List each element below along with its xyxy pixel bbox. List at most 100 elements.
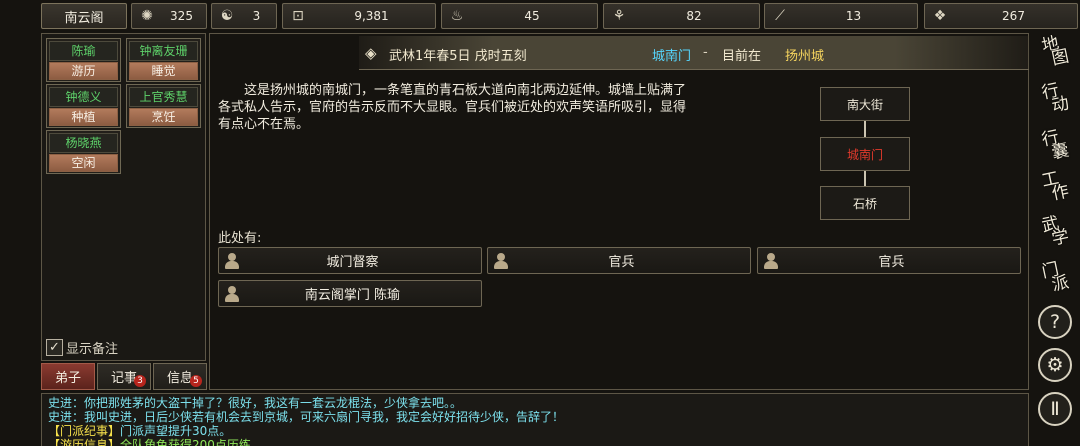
npc-name: 官兵 xyxy=(878,255,905,270)
log-prefix: 史进： xyxy=(48,410,85,424)
menu-work-button[interactable]: 工作 xyxy=(1034,167,1076,207)
wood-icon: ⟋ xyxy=(775,8,785,24)
action-text: 行动 xyxy=(1040,80,1071,117)
location-panel: ◈ 武林1年春5日 戌时五刻 城南门 - 目前在 扬州城 这是扬州城的南城门，一… xyxy=(209,33,1029,390)
menu-sect-button[interactable]: 门派 xyxy=(1034,258,1076,298)
disciple-panel xyxy=(41,33,206,361)
city-name: 扬州城 xyxy=(785,49,825,64)
log-text: 我叫史进，日后少侠若有机会去到京城，可来六扇门寻我，我定会好好招待少侠，告辞了！ xyxy=(84,410,565,424)
tab-disciples[interactable]: 弟子 xyxy=(41,363,95,390)
disciple-status: 空闲 xyxy=(49,154,118,172)
disciple-card[interactable]: 陈瑜 游历 xyxy=(46,38,121,82)
work-text: 工作 xyxy=(1040,168,1071,205)
log-text: 你把那姓茅的大盗干掉了？很好，我这有一套云龙棍法，少侠拿去吧。。 xyxy=(84,396,463,410)
disciple-card[interactable]: 杨晓燕 空闲 xyxy=(46,130,121,174)
disciple-name: 陈瑜 xyxy=(49,41,118,61)
coin-resource: ⊡ 9,381 xyxy=(282,3,436,29)
show-notes-toggle[interactable]: ✓ 显示备注 xyxy=(46,338,118,357)
npc-name: 南云阁掌门 陈瑜 xyxy=(304,288,401,303)
npc-button[interactable]: 官兵 xyxy=(487,247,751,274)
food-resource: ♨ 45 xyxy=(441,3,598,29)
game-date: 武林1年春5日 戌时五刻 xyxy=(389,49,527,64)
person-icon xyxy=(224,285,240,302)
location-description: 这是扬州城的南城门，一条笔直的青石板大道向南北两边延伸。城墙上贴满了各式私人告示… xyxy=(218,83,687,132)
tab-chronicle[interactable]: 记事 3 xyxy=(97,363,151,390)
tab-label: 记事 xyxy=(110,371,137,386)
log-line: 史进：我叫史进，日后少侠若有机会去到京城，可来六扇门寻我，我定会好好招待少侠，告… xyxy=(48,410,1028,424)
help-icon: ? xyxy=(1038,305,1072,339)
disciple-name: 钟离友珊 xyxy=(129,41,198,61)
person-icon xyxy=(493,252,509,269)
location-name: 城南门 xyxy=(652,49,692,64)
notification-badge: 5 xyxy=(190,375,202,387)
disciple-status: 睡觉 xyxy=(129,62,198,80)
yin-yang-icon: ☯ xyxy=(220,8,234,24)
log-line: 【门派纪事】门派声望提升30点。 xyxy=(48,424,1028,438)
checkbox-icon[interactable]: ✓ xyxy=(46,339,63,356)
log-prefix: 【门派纪事】 xyxy=(48,424,121,438)
disciple-status: 种植 xyxy=(49,108,118,126)
log-text: 门派声望提升30点。 xyxy=(120,424,232,438)
disciple-card[interactable]: 钟离友珊 睡觉 xyxy=(126,38,201,82)
npc-name: 城门督察 xyxy=(326,255,379,270)
fame-icon: ✺ xyxy=(141,8,153,24)
menu-bag-button[interactable]: 行囊 xyxy=(1034,126,1076,166)
npc-button[interactable]: 城门督察 xyxy=(218,247,482,274)
tab-label: 信息 xyxy=(166,371,193,386)
notification-badge: 3 xyxy=(134,375,146,387)
map-node-north[interactable]: 南大街 xyxy=(820,87,910,121)
herb-icon: ⚘ xyxy=(612,8,626,24)
log-line: 【游历信息】全队角色获得200点历练 xyxy=(48,438,1028,446)
message-log[interactable]: 史进：你把那姓茅的大盗干掉了？很好，我这有一套云龙棍法，少侠拿去吧。。 史进：我… xyxy=(41,393,1029,446)
log-prefix: 【游历信息】 xyxy=(48,438,121,446)
yin-yang-value: 3 xyxy=(252,9,261,23)
disciple-name: 钟德义 xyxy=(49,87,118,107)
map-node-current: 城南门 xyxy=(820,137,910,171)
yin-yang-resource: ☯ 3 xyxy=(211,3,277,29)
ore-resource: ❖ 267 xyxy=(924,3,1078,29)
settings-icon: ⚙ xyxy=(1038,348,1072,382)
disciple-card[interactable]: 钟德义 种植 xyxy=(46,84,121,128)
show-notes-label: 显示备注 xyxy=(66,342,119,357)
log-text: 全队角色获得200点历练 xyxy=(120,438,251,446)
here-label: 此处有: xyxy=(218,231,262,246)
coin-icon: ⊡ xyxy=(292,8,304,24)
food-bowl-icon: ♨ xyxy=(450,8,464,24)
pause-button[interactable]: Ⅱ xyxy=(1034,389,1076,429)
herb-resource: ⚘ 82 xyxy=(603,3,760,29)
menu-martial-button[interactable]: 武学 xyxy=(1034,212,1076,252)
sect-text: 门派 xyxy=(1040,259,1071,296)
map-node-south[interactable]: 石桥 xyxy=(820,186,910,220)
tab-messages[interactable]: 信息 5 xyxy=(153,363,207,390)
tab-label: 弟子 xyxy=(54,371,81,386)
bag-text: 行囊 xyxy=(1040,127,1071,164)
ore-icon: ❖ xyxy=(933,8,947,24)
map-connector xyxy=(864,121,866,138)
wood-value: 13 xyxy=(845,9,862,23)
npc-name: 官兵 xyxy=(608,255,635,270)
herb-value: 82 xyxy=(686,9,702,23)
disciple-name: 杨晓燕 xyxy=(49,133,118,153)
person-icon xyxy=(763,252,779,269)
location-header: ◈ 武林1年春5日 戌时五刻 城南门 - 目前在 扬州城 xyxy=(359,36,1029,70)
disciple-status: 游历 xyxy=(49,62,118,80)
wood-resource: ⟋ 13 xyxy=(764,3,918,29)
menu-map-button[interactable]: 地图 xyxy=(1034,32,1076,72)
food-value: 45 xyxy=(524,9,540,23)
pause-icon: Ⅱ xyxy=(1038,392,1072,426)
disciple-name: 上官秀慧 xyxy=(129,87,198,107)
npc-button[interactable]: 南云阁掌门 陈瑜 xyxy=(218,280,482,307)
separator: - xyxy=(703,45,708,60)
log-prefix: 史进： xyxy=(48,396,85,410)
sect-name-button[interactable]: 南云阁 xyxy=(41,3,127,29)
help-button[interactable]: ? xyxy=(1034,302,1076,342)
current-prefix: 目前在 xyxy=(722,49,762,64)
disciple-card[interactable]: 上官秀慧 烹饪 xyxy=(126,84,201,128)
log-line: 史进：你把那姓茅的大盗干掉了？很好，我这有一套云龙棍法，少侠拿去吧。。 xyxy=(48,396,1028,410)
npc-button[interactable]: 官兵 xyxy=(757,247,1021,274)
menu-action-button[interactable]: 行动 xyxy=(1034,79,1076,119)
compass-icon: ◈ xyxy=(365,44,377,62)
disciple-status: 烹饪 xyxy=(129,108,198,126)
martial-text: 武学 xyxy=(1040,213,1071,250)
settings-button[interactable]: ⚙ xyxy=(1034,345,1076,385)
